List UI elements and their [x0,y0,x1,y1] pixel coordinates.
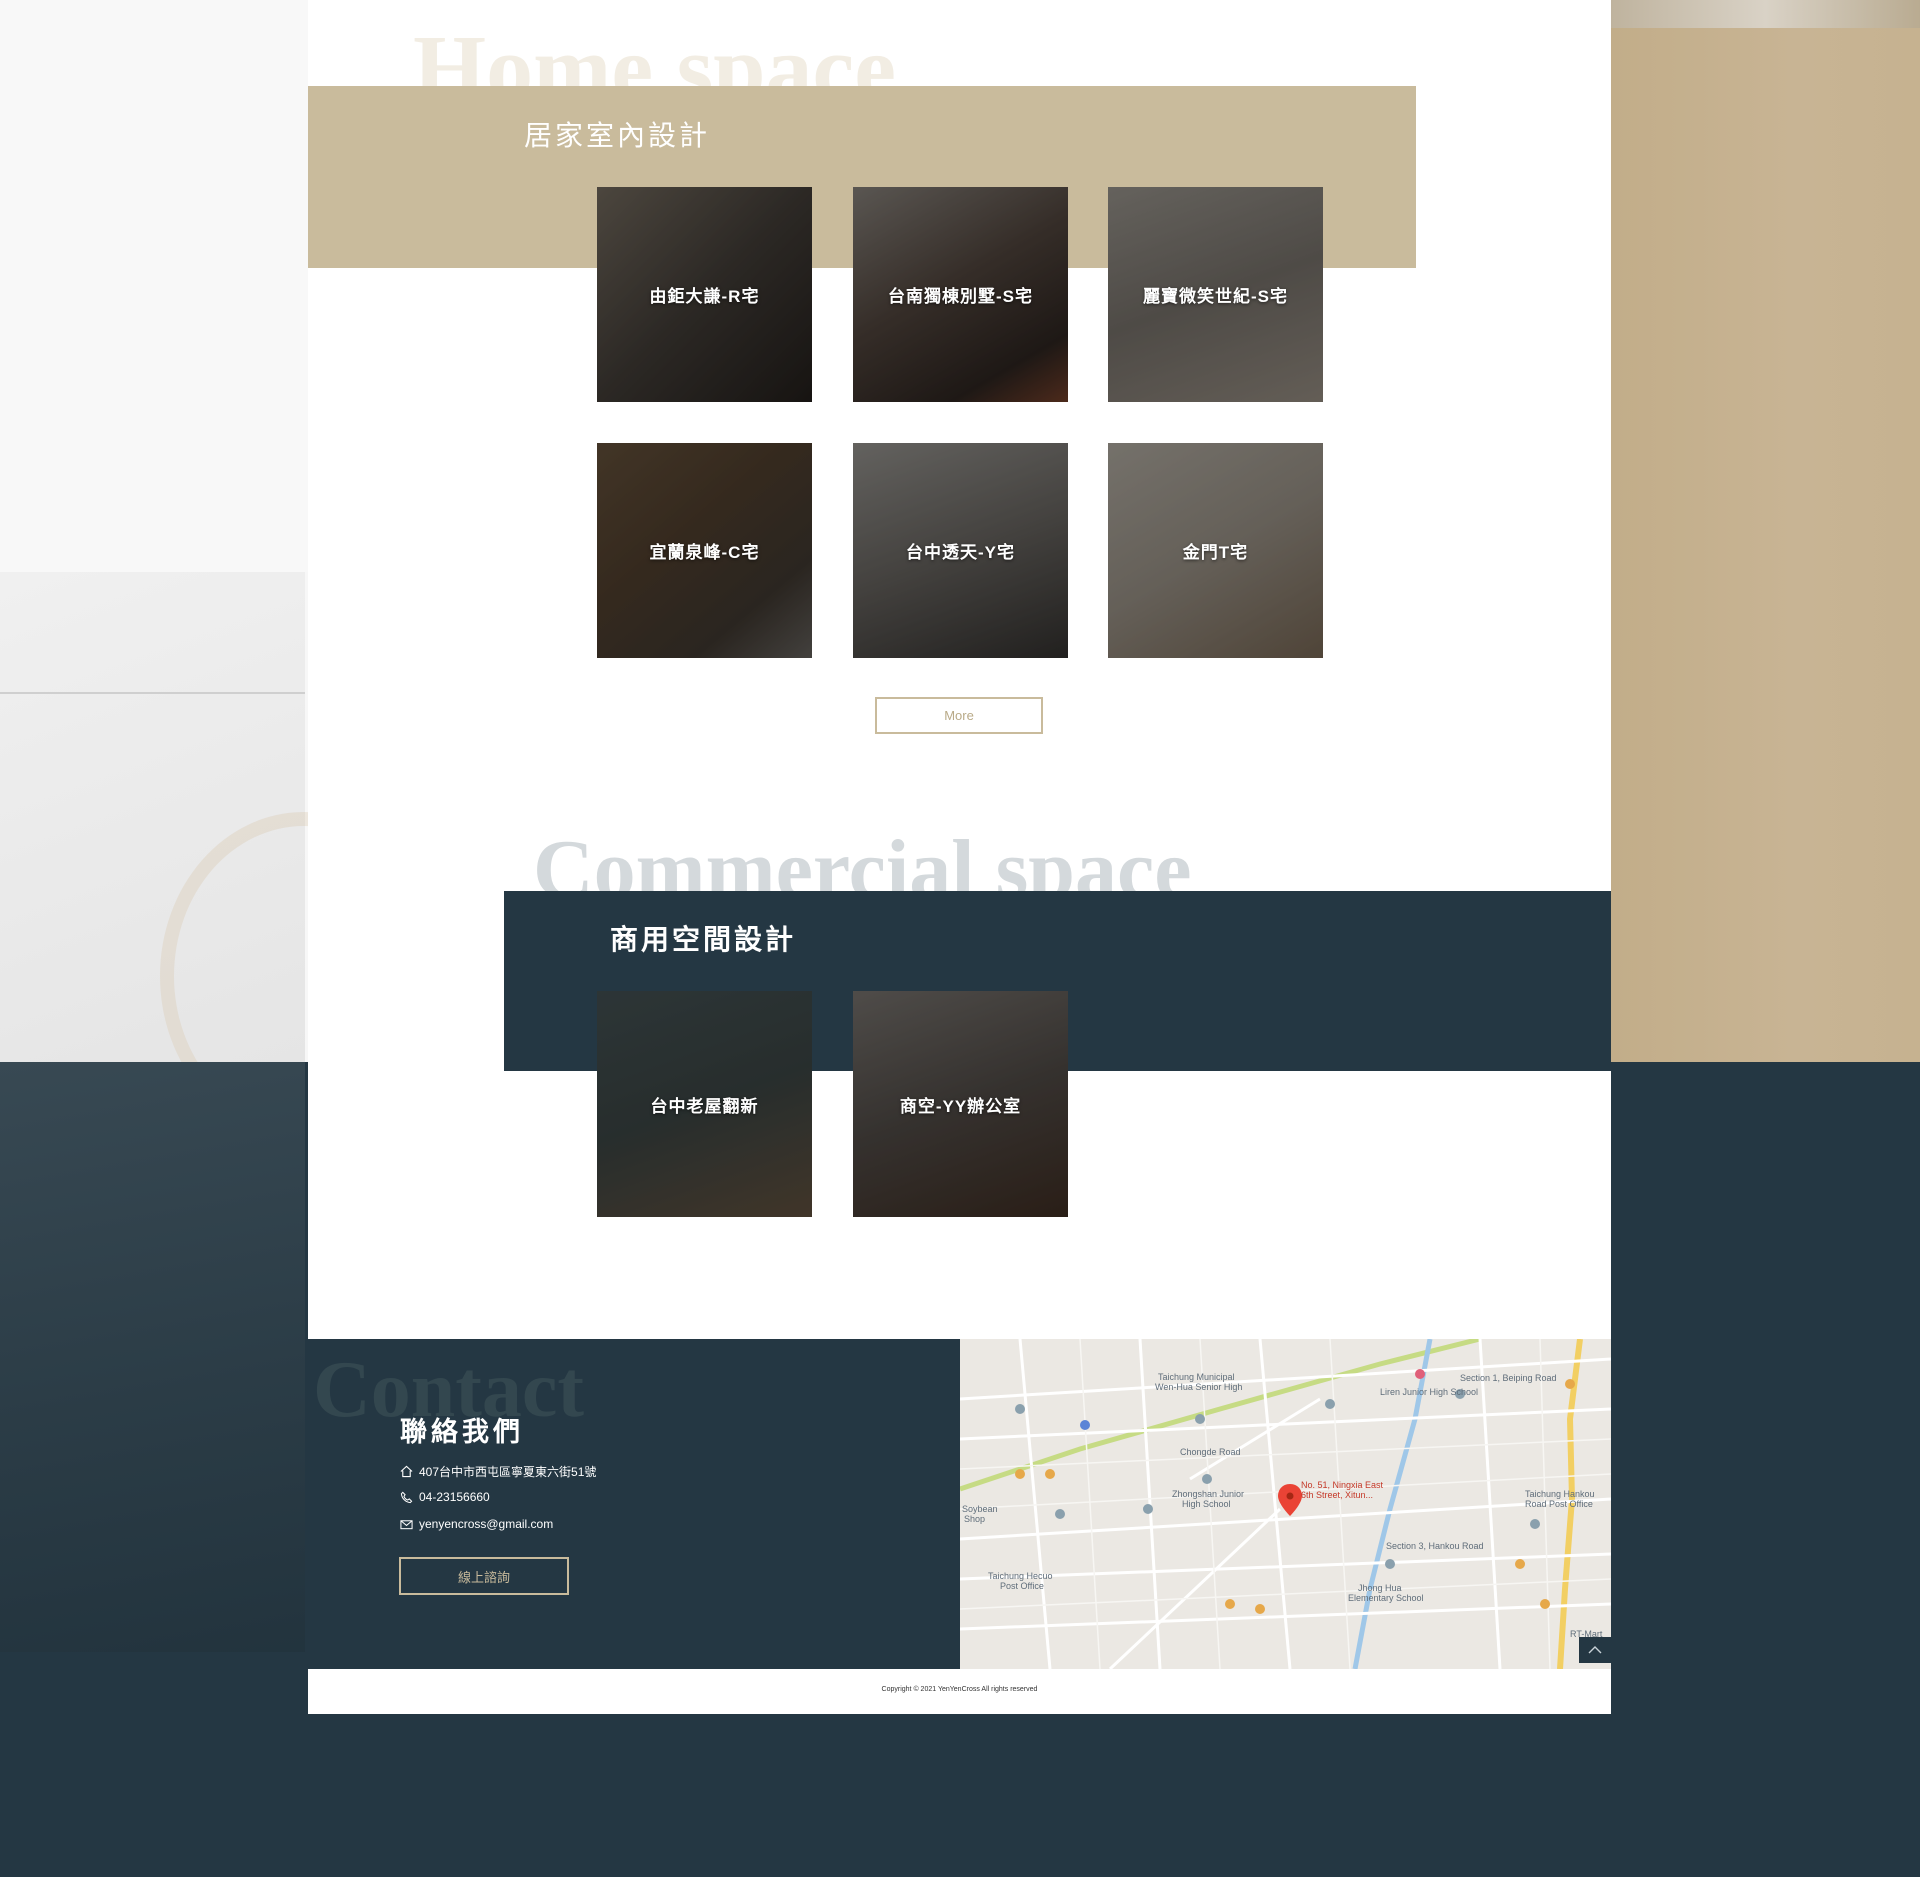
commercial-section-band-extension [1466,891,1611,1071]
map-label: Post Office [1000,1581,1044,1591]
project-card-label: 金門T宅 [1182,543,1249,562]
project-card-label: 商空-YY辦公室 [899,1096,1022,1116]
contact-email-row: yenyencross@gmail.com [400,1517,553,1531]
background-photo-detail [0,692,305,694]
project-card-label: 由鉅大謙-R宅 [649,287,760,306]
contact-email[interactable]: yenyencross@gmail.com [419,1517,553,1531]
project-card[interactable]: 金門T宅 [1108,443,1323,658]
map-label: Jhong Hua [1358,1583,1402,1593]
project-card[interactable]: 由鉅大謙-R宅 [597,187,812,402]
home-section-title: 居家室內設計 [524,120,711,151]
project-card[interactable]: 商空-YY辦公室 [853,991,1068,1217]
contact-address: 407台中市西屯區寧夏東六街51號 [419,1465,597,1479]
project-card-label: 台中透天-Y宅 [906,543,1015,562]
side-background-photo [1611,0,1920,1062]
project-card[interactable]: 宜蘭泉峰-C宅 [597,443,812,658]
map-label: Wen-Hua Senior High [1155,1382,1243,1392]
map-label: Shop [964,1514,986,1524]
map-label: Chongde Road [1180,1447,1241,1457]
map-label: Soybean [962,1504,998,1514]
map-label: Section 3, Hankou Road [1386,1541,1484,1551]
footer-bar: Copyright © 2021 YenYenCross All rights … [308,1669,1611,1714]
chevron-up-icon [1588,1646,1602,1654]
project-card-label: 台中老屋翻新 [650,1096,759,1116]
contact-phone[interactable]: 04-23156660 [419,1490,490,1504]
copyright-text: Copyright © 2021 YenYenCross All rights … [881,1686,1038,1693]
contact-phone-row: 04-23156660 [400,1490,490,1504]
map-pin-label: No. 51, Ningxia East 6th Street, Xitun..… [1301,1480,1383,1501]
map-label: Liren Junior High School [1380,1387,1479,1397]
contact-address-row: 407台中市西屯區寧夏東六街51號 [400,1463,596,1480]
phone-icon [400,1491,413,1503]
project-card-label: 宜蘭泉峰-C宅 [649,543,760,562]
map-pin-line-2: 6th Street, Xitun... [1301,1489,1374,1500]
contact-title: 聯絡我們 [400,1417,524,1447]
project-card[interactable]: 台中老屋翻新 [597,991,812,1217]
map-label: Road Post Office [1525,1499,1593,1509]
map-label: Elementary School [1348,1593,1424,1603]
back-to-top-button[interactable] [1579,1637,1611,1663]
map-label: Taichung Hankou [1525,1489,1595,1499]
project-card[interactable]: 台中透天-Y宅 [853,443,1068,658]
mail-icon [400,1519,413,1529]
map-label: Zhongshan Junior [1172,1489,1245,1499]
more-button[interactable]: More [875,697,1043,734]
project-card-label: 台南獨棟別墅-S宅 [888,287,1033,306]
background-photo-sink [0,1062,305,1652]
online-consult-button[interactable]: 線上諮詢 [399,1557,569,1595]
map-label: High School [1182,1499,1231,1509]
project-card-label: 麗寶微笑世紀-S宅 [1143,287,1288,306]
map-label: Taichung Municipal [1158,1372,1235,1382]
side-background-detail [1611,0,1920,28]
project-card[interactable]: 台南獨棟別墅-S宅 [853,187,1068,402]
home-icon [400,1465,413,1478]
project-card[interactable]: 麗寶微笑世紀-S宅 [1108,187,1323,402]
location-map[interactable]: Taichung Municipal Wen-Hua Senior High L… [960,1339,1611,1669]
map-label: Taichung Hecuo [988,1571,1053,1581]
page-background [0,0,308,572]
commercial-section-title: 商用空間設計 [610,924,797,955]
map-roads [960,1339,1611,1669]
map-label: Section 1, Beiping Road [1460,1373,1557,1383]
